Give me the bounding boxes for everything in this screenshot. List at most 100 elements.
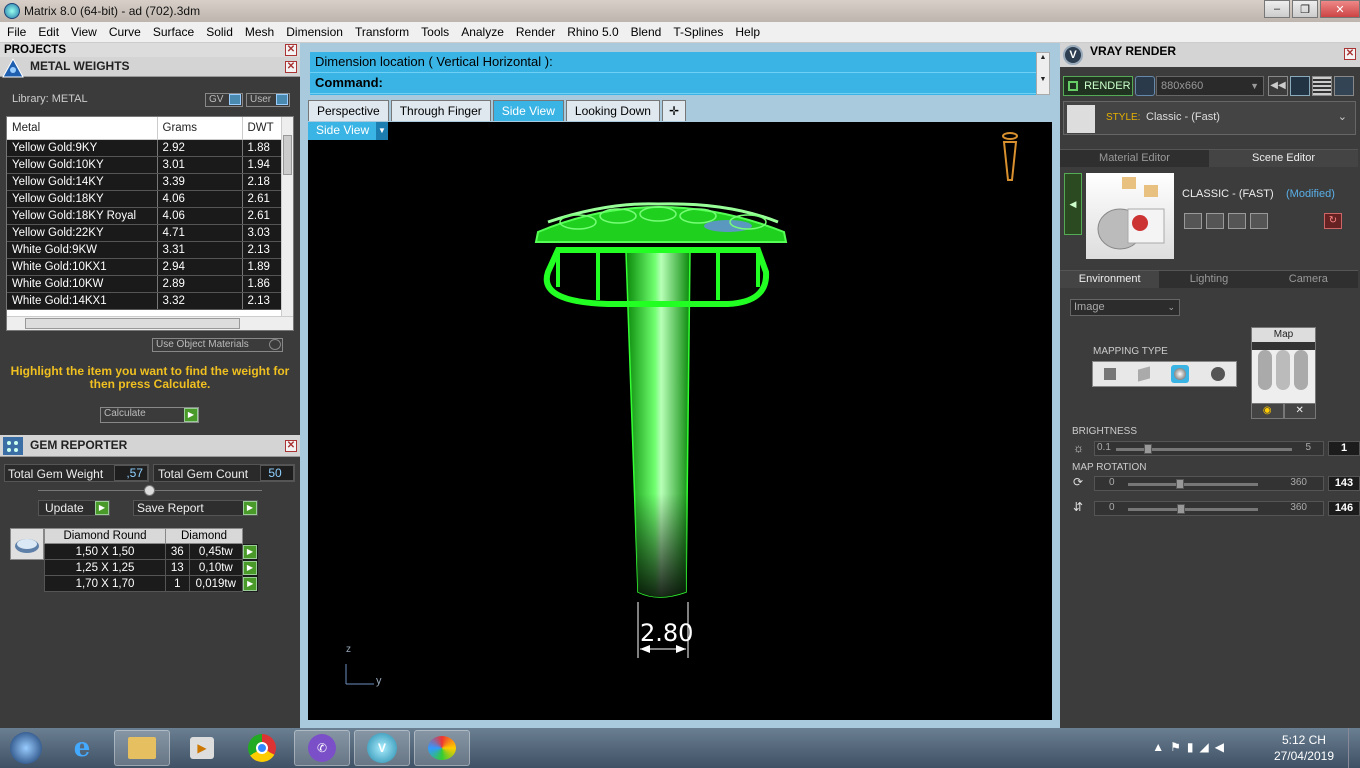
play-icon[interactable]: ▶ <box>243 576 258 591</box>
tray-icons[interactable]: ▲⚑▮◢◀ <box>1152 740 1230 754</box>
play-icon[interactable]: ▶ <box>243 560 257 575</box>
menu-dimension[interactable]: Dimension <box>279 25 348 39</box>
gem-reporter-close-icon[interactable]: ✕ <box>285 440 297 452</box>
use-object-materials-toggle[interactable]: Use Object Materials <box>152 338 283 352</box>
save-report-button[interactable]: Save Report ▶ <box>133 500 258 516</box>
rotation-value-2[interactable]: 146 <box>1328 501 1360 516</box>
paint-icon[interactable] <box>414 730 470 766</box>
clock[interactable]: 5:12 CH 27/04/2019 <box>1274 732 1334 764</box>
camera-icon[interactable] <box>1135 76 1155 96</box>
user-toggle[interactable]: User <box>246 93 290 107</box>
col-dwt[interactable]: DWT <box>242 117 282 140</box>
calculate-button[interactable]: Calculate ▶ <box>100 407 199 423</box>
table-row[interactable]: Yellow Gold:14KY 3.39 2.18 <box>7 173 282 191</box>
matrix-app-icon[interactable]: V <box>354 730 410 766</box>
frame-buffer-icon[interactable] <box>1290 76 1310 96</box>
vscroll-thumb[interactable] <box>283 135 292 175</box>
menu-render[interactable]: Render <box>509 25 560 39</box>
rotation-value-1[interactable]: 143 <box>1328 476 1360 491</box>
col-grams[interactable]: Grams <box>157 117 243 140</box>
scroll-down-icon[interactable]: ▼ <box>1037 75 1049 85</box>
collapse-icon[interactable]: ◀ <box>1064 173 1082 235</box>
menu-tools[interactable]: Tools <box>414 25 454 39</box>
list-icon[interactable] <box>1312 76 1332 96</box>
reset-icon[interactable]: ↻ <box>1324 213 1342 229</box>
table-row[interactable]: White Gold:10KW 2.89 1.86 <box>7 275 282 293</box>
vray-close-icon[interactable]: ✕ <box>1344 48 1356 60</box>
gem-thumbnail[interactable] <box>10 528 44 560</box>
splitter-handle-icon[interactable] <box>144 485 155 496</box>
menu-curve[interactable]: Curve <box>102 25 146 39</box>
tab-perspective[interactable]: Perspective <box>308 100 389 121</box>
planar-map-icon[interactable] <box>1103 368 1116 380</box>
map-clear-icon[interactable]: ✕ <box>1283 403 1316 419</box>
table-row[interactable]: 1,70 X 1,70 1 0,019tw ▶ <box>44 575 258 592</box>
rewind-icon[interactable]: ◀◀ <box>1268 76 1288 96</box>
table-row[interactable]: White Gold:14KX1 3.32 2.13 <box>7 292 282 310</box>
rotation-thumb-2[interactable] <box>1177 504 1185 514</box>
update-button[interactable]: Update ▶ <box>38 500 110 516</box>
menu-mesh[interactable]: Mesh <box>238 25 279 39</box>
tab-looking-down[interactable]: Looking Down <box>565 100 660 121</box>
style-selector[interactable]: STYLE: Classic - (Fast) ⌄ <box>1063 101 1356 135</box>
tab-through-finger[interactable]: Through Finger <box>390 100 491 121</box>
resolution-select[interactable]: 880x660 ▼ <box>1156 76 1264 96</box>
menu-help[interactable]: Help <box>728 25 765 39</box>
tab-side-view[interactable]: Side View <box>492 100 564 121</box>
table-row[interactable]: 1,50 X 1,50 36 0,45tw ▶ <box>44 543 258 560</box>
close-button[interactable]: ✕ <box>1320 0 1360 18</box>
start-button[interactable] <box>2 730 50 766</box>
cubic-map-icon[interactable] <box>1137 366 1150 382</box>
explorer-icon[interactable] <box>114 730 170 766</box>
menu-file[interactable]: File <box>0 25 31 39</box>
brightness-value[interactable]: 1 <box>1328 441 1360 456</box>
environment-type-select[interactable]: Image ⌄ <box>1070 299 1180 316</box>
brightness-thumb[interactable] <box>1144 444 1152 454</box>
table-row[interactable]: Yellow Gold:10KY 3.01 1.94 <box>7 156 282 174</box>
hscroll-thumb[interactable] <box>25 318 240 329</box>
menu-blend[interactable]: Blend <box>624 25 667 39</box>
gv-toggle[interactable]: GV <box>205 93 243 107</box>
grid-icon[interactable] <box>1334 76 1354 96</box>
menu-surface[interactable]: Surface <box>146 25 199 39</box>
table-row[interactable]: 1,25 X 1,25 13 0,10tw ▶ <box>44 559 258 576</box>
menu-view[interactable]: View <box>64 25 102 39</box>
tab-camera[interactable]: Camera <box>1258 270 1358 288</box>
add-tab-icon[interactable]: ✛ <box>661 100 687 121</box>
maximize-button[interactable]: ❐ <box>1292 0 1318 18</box>
play-icon[interactable]: ▶ <box>243 544 257 559</box>
menu-solid[interactable]: Solid <box>199 25 238 39</box>
import-icon[interactable] <box>1228 213 1246 229</box>
tab-environment[interactable]: Environment <box>1060 270 1160 288</box>
viewport-side-view[interactable]: Side View ▼ 2.80 z y <box>308 122 1052 720</box>
col-metal[interactable]: Metal <box>7 117 158 140</box>
chrome-icon[interactable] <box>234 730 290 766</box>
table-row[interactable]: Yellow Gold:18KY Royal 4.06 2.61 <box>7 207 282 225</box>
table-row[interactable]: Yellow Gold:22KY 4.71 3.03 <box>7 224 282 242</box>
table-row[interactable]: White Gold:9KW 3.31 2.13 <box>7 241 282 259</box>
save-as-icon[interactable] <box>1206 213 1224 229</box>
viber-icon[interactable]: ✆ <box>294 730 350 766</box>
save-icon[interactable] <box>1184 213 1202 229</box>
scroll-up-icon[interactable]: ▲ <box>1037 53 1049 63</box>
table-row[interactable]: Yellow Gold:9KY 2.92 1.88 <box>7 139 282 157</box>
rotation-thumb-1[interactable] <box>1176 479 1184 489</box>
show-desktop-button[interactable] <box>1348 728 1360 768</box>
tab-scene-editor[interactable]: Scene Editor <box>1209 149 1358 167</box>
media-player-icon[interactable]: ▶ <box>174 730 230 766</box>
map-pick-icon[interactable]: ◉ <box>1251 403 1284 419</box>
command-input[interactable]: Command: <box>310 73 1040 94</box>
spherical-map-icon[interactable] <box>1171 365 1190 383</box>
projects-close-icon[interactable]: ✕ <box>285 44 297 56</box>
export-icon[interactable] <box>1250 213 1268 229</box>
metal-table-vscroll[interactable] <box>281 117 293 317</box>
table-row[interactable]: White Gold:10KX1 2.94 1.89 <box>7 258 282 276</box>
command-scrollbar[interactable]: ▲ ▼ <box>1036 52 1050 95</box>
render-button[interactable]: RENDER <box>1063 76 1133 96</box>
metal-table-hscroll[interactable] <box>7 316 293 330</box>
menu-edit[interactable]: Edit <box>31 25 64 39</box>
menu-analyze[interactable]: Analyze <box>454 25 509 39</box>
minimize-button[interactable]: ‒ <box>1264 0 1290 18</box>
menu-tsplines[interactable]: T-Splines <box>666 25 728 39</box>
tab-material-editor[interactable]: Material Editor <box>1060 149 1209 167</box>
